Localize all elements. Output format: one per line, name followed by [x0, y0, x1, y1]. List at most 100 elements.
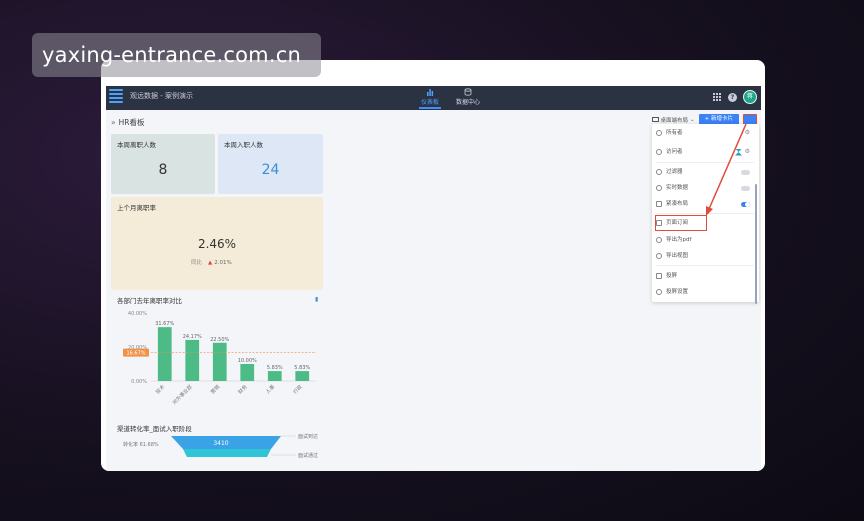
menu-scrollbar[interactable]	[755, 184, 757, 304]
kpi-card-last-month-rate[interactable]: 上个月离职率 2.46% 同比 ▲ 2.01%	[111, 197, 323, 290]
menu-item-label: 过滤器	[666, 169, 683, 175]
mail-icon	[656, 220, 662, 226]
gear-icon[interactable]: ⚙	[745, 126, 750, 140]
hourglass-icon	[735, 148, 742, 156]
y-tick-label: 40.00%	[128, 311, 147, 317]
menu-item-page-subscribe[interactable]: 页面订阅	[655, 215, 707, 231]
avatar[interactable]: 蒋	[743, 90, 757, 104]
filter-icon	[656, 169, 662, 175]
export-icon	[656, 253, 662, 259]
bar-value-label: 22.50%	[210, 337, 229, 343]
bar-value-label: 5.83%	[294, 365, 310, 371]
app-logo-icon[interactable]	[109, 89, 123, 107]
menu-item-label: 导出视图	[666, 253, 689, 259]
bar	[157, 327, 172, 381]
menu-item-realtime[interactable]: 实时数据	[656, 181, 754, 195]
kpi-title: 本周离职人数	[117, 141, 156, 149]
layout-select-label: 桌面端布局	[660, 117, 689, 124]
menu-item-label: 投屏设置	[666, 289, 689, 295]
funnel-value: 3410	[213, 440, 228, 447]
menu-item-owner[interactable]: 所有者 ⚙	[656, 126, 754, 140]
menu-divider	[656, 265, 754, 266]
arrow-up-icon: ▲	[208, 260, 213, 266]
x-tick-label: 财务	[237, 383, 249, 395]
menu-item-label: 导出为pdf	[666, 237, 692, 243]
app-name: 观远数据 - 案例演示	[130, 92, 193, 100]
menu-item-cast-settings[interactable]: 投屏设置	[656, 285, 754, 299]
funnel-right-label: 面试通过	[298, 452, 318, 459]
kpi-value: 8	[158, 162, 168, 178]
help-icon[interactable]: ?	[728, 92, 737, 102]
funnel-chart: 3410 转化率 61.68% 面试到达 面试通过	[123, 433, 318, 459]
app-header: 观远数据 - 案例演示 仪表板 数据中心 ? 蒋	[106, 86, 761, 110]
x-tick-label: 行政	[292, 383, 304, 395]
bar	[295, 371, 310, 381]
tab-dashboard-label: 仪表板	[420, 99, 439, 106]
pdf-icon	[656, 237, 662, 243]
bar-value-label: 5.83%	[267, 365, 283, 371]
bar-value-label: 31.67%	[155, 321, 174, 327]
menu-item-visitor[interactable]: 访问者 ⚙	[656, 145, 754, 159]
tab-dashboard[interactable]: 仪表板	[413, 88, 447, 109]
menu-divider	[656, 213, 754, 214]
funnel-stage	[183, 449, 271, 457]
expand-icon[interactable]: »	[111, 118, 116, 127]
kpi-card-weekly-join[interactable]: 本周入职人数 24	[218, 134, 323, 194]
funnel-left-label: 转化率 61.68%	[123, 441, 159, 448]
kpi-compare: 同比 ▲ 2.01%	[191, 258, 232, 266]
menu-item-filter[interactable]: 过滤器	[656, 165, 754, 179]
apps-grid-icon[interactable]	[713, 92, 722, 102]
user-icon	[656, 130, 662, 136]
y-tick-label: 0.00%	[131, 379, 147, 385]
funnel-right-label: 面试到达	[298, 433, 318, 440]
reference-line-label: 16.67%	[126, 351, 145, 357]
menu-item-label: 访问者	[666, 149, 683, 155]
header-actions: ? 蒋	[713, 90, 757, 104]
database-icon	[464, 88, 472, 96]
kpi-value: 2.46%	[197, 237, 237, 251]
chevron-down-icon: ⌄	[690, 116, 695, 123]
menu-item-cast[interactable]: 投屏	[656, 269, 754, 283]
page-title: » HR看板	[111, 117, 144, 128]
bar	[212, 342, 227, 381]
clock-icon	[656, 185, 662, 191]
watermark: yaxing-entrance.com.cn	[32, 33, 321, 77]
bar-value-label: 10.00%	[238, 358, 257, 364]
realtime-toggle[interactable]	[741, 185, 750, 191]
bar-chart: 40.00%20.00%0.00%31.67%技术24.17%对外事业部22.5…	[123, 311, 316, 406]
bar-chart-card[interactable]: 各部门去年离职率对比 ▮ 40.00% 20.00% 0.00% 31.67% 技术 24…	[111, 294, 323, 419]
more-options-menu: 所有者 ⚙ 访问者 ⚙ 过滤器 实时数据 紧凑布局 页面订阅 导出为pdf 导出…	[652, 124, 759, 304]
bar-chart-icon	[427, 89, 434, 96]
kpi-card-weekly-leave[interactable]: 本周离职人数 8	[111, 134, 215, 194]
tab-data-center-label: 数据中心	[455, 99, 480, 106]
gear-icon[interactable]: ⚙	[745, 145, 750, 159]
compact-layout-toggle[interactable]	[741, 201, 750, 207]
menu-item-label: 页面订阅	[666, 220, 689, 226]
monitor-icon	[651, 117, 659, 122]
x-tick-label: 技术	[154, 383, 166, 395]
page-title-text: HR看板	[118, 118, 145, 127]
filter-toggle[interactable]	[741, 169, 750, 175]
menu-item-label: 实时数据	[666, 185, 689, 191]
menu-item-label: 紧凑布局	[666, 201, 689, 207]
bar	[240, 364, 255, 381]
menu-item-compact-layout[interactable]: 紧凑布局	[656, 197, 754, 211]
app-window: 观远数据 - 案例演示 仪表板 数据中心 ? 蒋 » HR看板 桌面端布局 ⌄ +…	[101, 60, 765, 471]
funnel-card[interactable]: 渠道转化率_面试入职阶段 3410 转化率 61.68% 面试到达 面试通过	[111, 419, 323, 471]
x-tick-label: 对外事业部	[171, 383, 194, 406]
bar	[185, 339, 200, 381]
menu-item-label: 投屏	[666, 273, 678, 279]
menu-item-label: 所有者	[666, 130, 683, 136]
compare-label: 同比	[191, 260, 203, 266]
tab-data-center[interactable]: 数据中心	[451, 88, 485, 106]
cast-icon	[656, 273, 662, 279]
menu-item-export-view[interactable]: 导出视图	[656, 249, 754, 263]
layout-select[interactable]: 桌面端布局 ⌄	[651, 116, 695, 124]
menu-item-export-pdf[interactable]: 导出为pdf	[656, 233, 754, 247]
compare-value: 2.01%	[214, 260, 232, 266]
dashboard-page: » HR看板 桌面端布局 ⌄ + 新增卡片 本周离职人数 8 本周入职人数 24 …	[106, 110, 761, 471]
kpi-value: 24	[261, 162, 280, 178]
menu-divider	[656, 162, 754, 163]
kpi-title: 上个月离职率	[117, 204, 156, 212]
bar	[267, 371, 282, 381]
